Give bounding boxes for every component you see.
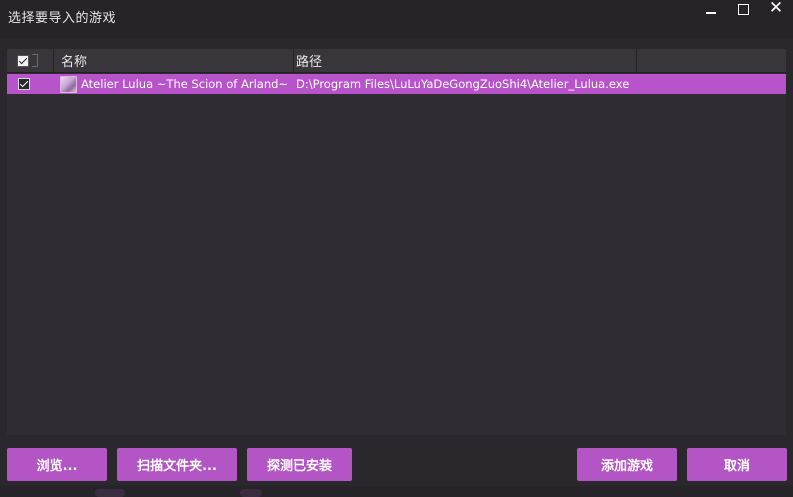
row-check-cell — [7, 74, 47, 94]
minimize-icon — [706, 12, 716, 14]
underlying-window-edge — [0, 486, 793, 497]
game-list-panel: 名称 路径 Atelier Lulua ~The Scion of Arland… — [7, 49, 786, 435]
row-checkbox[interactable] — [18, 78, 30, 90]
maximize-button[interactable] — [732, 0, 754, 16]
game-name: Atelier Lulua ~The Scion of Arland~ — [81, 77, 289, 91]
column-header-name-label: 名称 — [61, 55, 88, 70]
close-icon: ✕ — [768, 0, 784, 18]
column-header-filler — [637, 49, 786, 72]
game-path: D:\Program Files\LuLuYaDeGongZuoShi4\Ate… — [296, 77, 630, 91]
detect-installed-button[interactable]: 探测已安装 — [247, 448, 352, 481]
row-path-cell: D:\Program Files\LuLuYaDeGongZuoShi4\Ate… — [296, 74, 776, 94]
background-blur-shape — [240, 489, 262, 497]
browse-button[interactable]: 浏览... — [7, 448, 107, 481]
row-name-cell: Atelier Lulua ~The Scion of Arland~ — [60, 74, 294, 94]
scan-folder-button[interactable]: 扫描文件夹... — [117, 448, 237, 481]
window-title: 选择要导入的游戏 — [8, 11, 117, 26]
background-blur-shape — [95, 489, 125, 497]
close-button[interactable]: ✕ — [765, 0, 787, 18]
cancel-button[interactable]: 取消 — [687, 448, 787, 481]
add-games-button[interactable]: 添加游戏 — [577, 448, 677, 481]
header-select-all — [7, 49, 54, 72]
select-all-checkbox[interactable] — [17, 54, 29, 67]
table-header: 名称 路径 — [7, 49, 786, 73]
column-header-name[interactable]: 名称 — [54, 49, 294, 72]
game-thumbnail-icon — [60, 75, 77, 93]
table-row[interactable]: Atelier Lulua ~The Scion of Arland~ D:\P… — [7, 74, 786, 94]
maximize-icon — [737, 3, 749, 15]
minimize-button[interactable] — [700, 0, 722, 16]
column-header-path-label: 路径 — [296, 55, 323, 70]
column-header-path[interactable]: 路径 — [294, 49, 637, 72]
title-bar: 选择要导入的游戏 ✕ — [0, 0, 793, 38]
checkbox-column-divider — [32, 54, 38, 67]
